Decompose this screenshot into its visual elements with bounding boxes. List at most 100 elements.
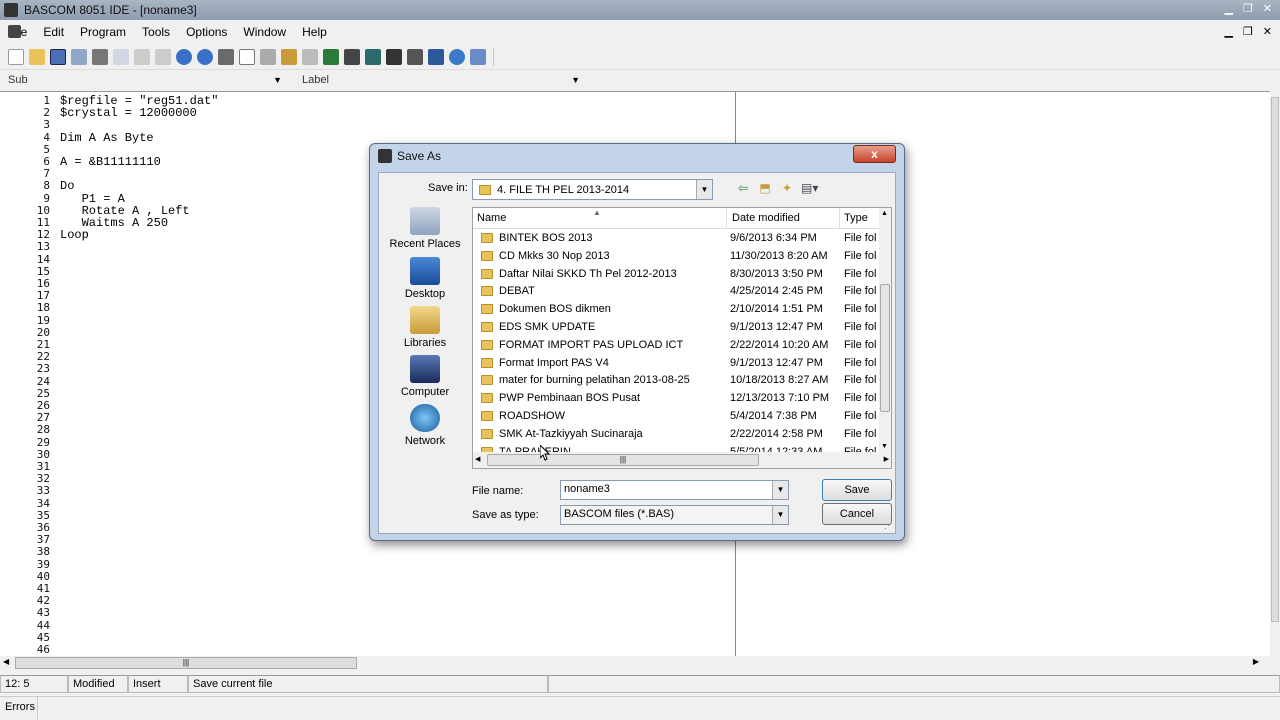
app-icon [4, 3, 18, 17]
label-dropdown[interactable]: ▼ [332, 72, 584, 88]
chevron-down-icon[interactable]: ▼ [772, 506, 788, 524]
help-icon[interactable] [449, 48, 465, 65]
delete-icon[interactable] [155, 48, 171, 65]
scroll-left-arrow[interactable]: ◀ [475, 455, 480, 463]
lcd-designer-icon[interactable] [365, 48, 381, 65]
column-name[interactable]: Name [477, 212, 506, 224]
save-in-label: Save in: [428, 182, 468, 194]
file-list-vertical-scrollbar[interactable]: ▲ ▼ [879, 208, 891, 452]
scrollbar-thumb[interactable] [880, 284, 890, 412]
file-row[interactable]: ROADSHOW 5/4/2014 7:38 PM File fol [473, 408, 881, 426]
compile-icon[interactable] [218, 48, 234, 65]
view-menu-icon[interactable]: ▤▾ [801, 181, 818, 195]
file-row[interactable]: PWP Pembinaan BOS Pusat 12/13/2013 7:10 P… [473, 390, 881, 408]
place-libraries[interactable]: Libraries [385, 306, 465, 349]
scroll-left-arrow[interactable]: ◀ [3, 657, 9, 666]
place-network[interactable]: Network [385, 404, 465, 447]
chevron-down-icon[interactable]: ▼ [772, 481, 788, 499]
maximize-button[interactable]: ❐ [1243, 2, 1253, 15]
up-folder-icon[interactable]: ⬒ [757, 181, 773, 195]
file-row[interactable]: DEBAT 4/25/2014 2:45 PM File fol [473, 283, 881, 301]
save-as-dialog: Save As x Save in: 4. FILE TH PEL 2013-2… [369, 143, 905, 541]
check-syntax-icon[interactable] [239, 48, 255, 65]
terminal-icon[interactable] [344, 48, 360, 65]
save-in-dropdown[interactable]: 4. FILE TH PEL 2013-2014 ▼ [472, 179, 713, 200]
file-name-input[interactable]: noname3 ▼ [560, 480, 789, 500]
line-number: 23 [36, 362, 50, 376]
doc-minimize-button[interactable]: ▁ [1224, 25, 1232, 38]
sub-label: Sub [8, 74, 28, 86]
file-row[interactable]: mater for burning pelatihan 2013-08-25 10… [473, 372, 881, 390]
file-row[interactable]: CD Mkks 30 Nop 2013 11/30/2013 8:20 AM Fil… [473, 248, 881, 266]
resize-grip-icon[interactable]: ⋰ [884, 520, 893, 531]
find-icon[interactable] [71, 48, 87, 65]
place-desktop[interactable]: Desktop [385, 257, 465, 300]
scroll-up-arrow[interactable]: ▲ [881, 210, 888, 217]
back-arrow-icon[interactable]: ⇦ [735, 181, 751, 195]
column-type[interactable]: Type [844, 212, 868, 224]
scrollbar-thumb[interactable] [1271, 97, 1279, 622]
file-row[interactable]: FORMAT IMPORT PAS UPLOAD ICT 2/22/2014 10… [473, 337, 881, 355]
cancel-button[interactable]: Cancel [822, 503, 892, 525]
column-divider[interactable] [839, 208, 840, 229]
file-row[interactable]: BINTEK BOS 2013 9/6/2013 6:34 PM File fol [473, 230, 881, 248]
tools-icon[interactable] [386, 48, 402, 65]
cut-icon[interactable] [92, 48, 108, 65]
save-button[interactable]: Save [822, 479, 892, 501]
sub-dropdown[interactable]: ▼ [32, 72, 286, 88]
editor-horizontal-scrollbar[interactable]: ◀ ||| ▶ [0, 656, 1262, 670]
minimize-button[interactable]: ▁ [1224, 2, 1232, 15]
file-list[interactable]: Name ▲ Date modified Type BINTEK BOS 201… [472, 207, 892, 469]
scroll-right-arrow[interactable]: ▶ [884, 455, 889, 463]
menu-options[interactable]: Options [178, 25, 235, 39]
file-row[interactable]: Dokumen BOS dikmen 2/10/2014 1:51 PM File … [473, 301, 881, 319]
paste-icon[interactable] [134, 48, 150, 65]
menu-window[interactable]: Window [235, 25, 294, 39]
print-icon[interactable] [302, 48, 318, 65]
menu-edit[interactable]: Edit [35, 25, 72, 39]
file-row[interactable]: Daftar Nilai SKKD Th Pel 2012-2013 8/30/2… [473, 266, 881, 284]
menu-program[interactable]: Program [72, 25, 134, 39]
open-folder-icon[interactable] [29, 48, 45, 65]
file-row[interactable]: EDS SMK UPDATE 9/1/2013 12:47 PM File fol [473, 319, 881, 337]
scroll-down-arrow[interactable]: ▼ [881, 443, 888, 450]
new-file-icon[interactable] [8, 48, 24, 65]
menu-tools[interactable]: Tools [134, 25, 178, 39]
place-computer[interactable]: Computer [385, 355, 465, 398]
document-icon[interactable] [8, 25, 21, 38]
scroll-right-arrow[interactable]: ▶ [1253, 657, 1259, 666]
code-area[interactable]: $regfile = "reg51.dat" $crystal = 1200000… [60, 95, 218, 241]
close-button[interactable]: ✕ [1263, 2, 1272, 15]
hardware-icon[interactable] [407, 48, 423, 65]
scrollbar-thumb[interactable]: ||| [15, 657, 357, 669]
column-date-modified[interactable]: Date modified [732, 212, 800, 224]
new-folder-icon[interactable]: ✦ [779, 181, 795, 195]
redo-icon[interactable] [197, 48, 213, 65]
column-divider[interactable] [726, 208, 727, 229]
dialog-close-button[interactable]: x [853, 145, 896, 163]
simulate-icon[interactable] [281, 48, 297, 65]
extra-icon[interactable] [470, 48, 486, 65]
file-name-text: PWP Pembinaan BOS Pusat [499, 392, 641, 405]
file-list-horizontal-scrollbar[interactable]: ◀ ||| ▶ [473, 452, 891, 468]
code-line: P1 = A [60, 191, 125, 206]
save-as-type-dropdown[interactable]: BASCOM files (*.BAS) ▼ [560, 505, 789, 525]
undo-icon[interactable] [176, 48, 192, 65]
program-chip-icon[interactable] [323, 48, 339, 65]
doc-restore-button[interactable]: ❐ [1243, 25, 1253, 38]
file-row[interactable]: SMK At-Tazkiyyah Sucinaraja 2/22/2014 2:5… [473, 426, 881, 444]
editor-vertical-scrollbar[interactable] [1270, 92, 1280, 656]
scrollbar-thumb[interactable]: ||| [487, 454, 759, 466]
file-name-cell: ROADSHOW [477, 410, 727, 422]
chevron-down-icon[interactable]: ▼ [696, 180, 712, 199]
file-type-cell: File fol [844, 338, 877, 351]
file-row[interactable]: Format Import PAS V4 9/1/2013 12:47 PM Fil… [473, 355, 881, 373]
file-name-cell: Daftar Nilai SKKD Th Pel 2012-2013 [477, 268, 727, 280]
report-icon[interactable] [260, 48, 276, 65]
copy-icon[interactable] [113, 48, 129, 65]
place-recent-places[interactable]: Recent Places [385, 207, 465, 250]
book-icon[interactable] [428, 48, 444, 65]
save-icon[interactable] [50, 48, 66, 65]
doc-close-button[interactable]: ✕ [1263, 25, 1272, 38]
menu-help[interactable]: Help [294, 25, 335, 39]
